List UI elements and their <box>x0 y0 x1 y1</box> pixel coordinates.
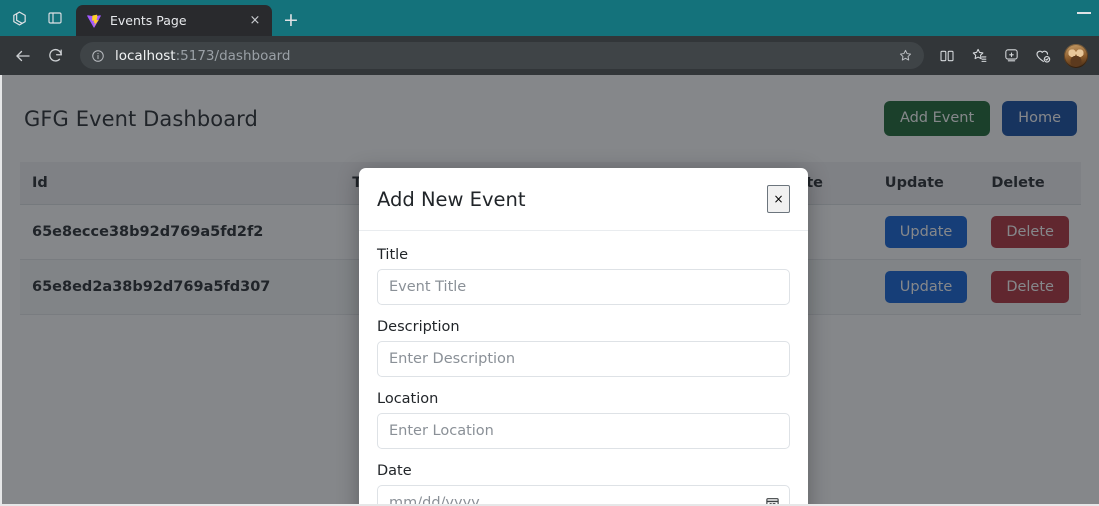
field-group-location: Location <box>377 391 790 449</box>
tab-title: Events Page <box>110 13 187 28</box>
url-host: localhost <box>115 47 176 64</box>
label-location: Location <box>377 391 439 407</box>
label-date: Date <box>377 463 412 479</box>
info-circle-icon[interactable] <box>91 49 106 63</box>
new-tab-button[interactable]: + <box>277 6 305 34</box>
favorites-icon[interactable] <box>964 41 994 71</box>
field-group-description: Description <box>377 319 790 377</box>
date-input[interactable] <box>377 485 790 504</box>
location-input[interactable] <box>377 413 790 449</box>
url-text: localhost:5173/dashboard <box>115 48 883 64</box>
date-input-wrapper <box>377 485 790 504</box>
collections-icon[interactable] <box>996 41 1026 71</box>
browser-window: Events Page × + localhost:5173/dashboard <box>0 0 1099 506</box>
close-icon[interactable]: × <box>246 12 264 30</box>
field-group-date: Date <box>377 463 790 504</box>
address-bar[interactable]: localhost:5173/dashboard <box>80 42 924 69</box>
modal-body: Title Description Location Date <box>359 231 808 504</box>
back-arrow-icon[interactable] <box>8 41 38 71</box>
workspaces-cube-icon[interactable] <box>4 3 34 33</box>
description-input[interactable] <box>377 341 790 377</box>
close-icon[interactable]: × <box>767 185 790 213</box>
label-title: Title <box>377 247 409 263</box>
modal-header: Add New Event × <box>359 168 808 231</box>
split-screen-icon[interactable] <box>932 41 962 71</box>
calendar-icon[interactable] <box>765 496 780 504</box>
field-group-title: Title <box>377 247 790 305</box>
title-input[interactable] <box>377 269 790 305</box>
label-description: Description <box>377 319 460 335</box>
browser-toolbar: localhost:5173/dashboard <box>0 36 1099 75</box>
minimize-window-button[interactable] <box>1077 12 1091 14</box>
add-event-modal: Add New Event × Title Description Locati… <box>359 168 808 504</box>
profile-avatar[interactable] <box>1064 43 1088 68</box>
page-viewport: GFG Event Dashboard Add Event Home Id Ti… <box>0 75 1099 506</box>
star-outline-icon[interactable] <box>892 43 918 69</box>
browser-essentials-icon[interactable] <box>1028 41 1058 71</box>
tab-strip: Events Page × + <box>0 0 1099 36</box>
modal-title: Add New Event <box>377 187 526 211</box>
tab-actions-icon[interactable] <box>40 3 70 33</box>
browser-tab[interactable]: Events Page × <box>76 5 272 36</box>
vite-logo-icon <box>86 13 102 29</box>
reload-icon[interactable] <box>40 41 70 71</box>
url-path: :5173/dashboard <box>175 47 291 64</box>
